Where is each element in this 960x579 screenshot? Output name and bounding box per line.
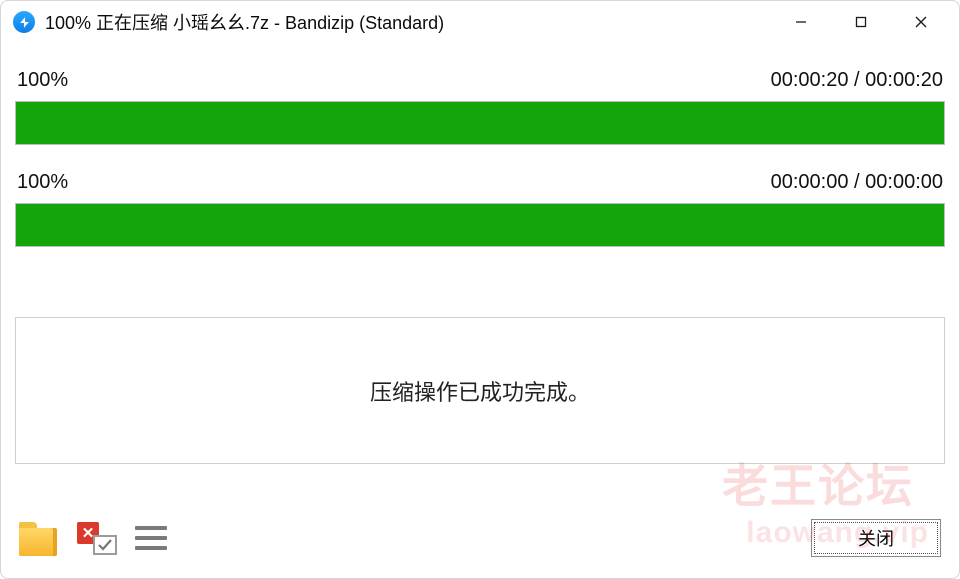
menu-button[interactable] <box>135 518 167 558</box>
file-percent-label: 100% <box>17 171 68 194</box>
close-icon <box>914 15 928 29</box>
status-message-box: 压缩操作已成功完成。 <box>15 317 945 464</box>
checkbox-icon <box>93 535 117 555</box>
hamburger-icon <box>135 526 167 530</box>
overall-progress-fill <box>16 102 944 144</box>
file-time-label: 00:00:00 / 00:00:00 <box>771 171 943 194</box>
window-title: 100% 正在压缩 小瑶幺幺.7z - Bandizip (Standard) <box>45 9 444 35</box>
footer-toolbar: ✕ 关闭 <box>1 508 959 578</box>
exit-when-done-toggle[interactable]: ✕ <box>77 518 117 558</box>
file-progress-fill <box>16 204 944 246</box>
overall-percent-label: 100% <box>17 69 68 92</box>
open-folder-button[interactable] <box>19 518 59 558</box>
status-message: 压缩操作已成功完成。 <box>370 375 590 407</box>
window-controls <box>771 2 951 42</box>
bandizip-app-icon <box>13 11 35 33</box>
maximize-button[interactable] <box>831 2 891 42</box>
content-area: 100% 00:00:20 / 00:00:20 100% 00:00:00 /… <box>1 43 959 508</box>
minimize-button[interactable] <box>771 2 831 42</box>
bandizip-progress-window: 100% 正在压缩 小瑶幺幺.7z - Bandizip (Standard) … <box>0 0 960 579</box>
file-progress-bar <box>15 203 945 247</box>
overall-progress-labels: 100% 00:00:20 / 00:00:20 <box>15 69 945 92</box>
overall-time-label: 00:00:20 / 00:00:20 <box>771 69 943 92</box>
overall-progress-bar <box>15 101 945 145</box>
titlebar: 100% 正在压缩 小瑶幺幺.7z - Bandizip (Standard) <box>1 1 959 43</box>
window-close-button[interactable] <box>891 2 951 42</box>
close-button[interactable]: 关闭 <box>811 519 941 557</box>
minimize-icon <box>794 15 808 29</box>
maximize-icon <box>854 15 868 29</box>
file-progress-labels: 100% 00:00:00 / 00:00:00 <box>15 171 945 194</box>
